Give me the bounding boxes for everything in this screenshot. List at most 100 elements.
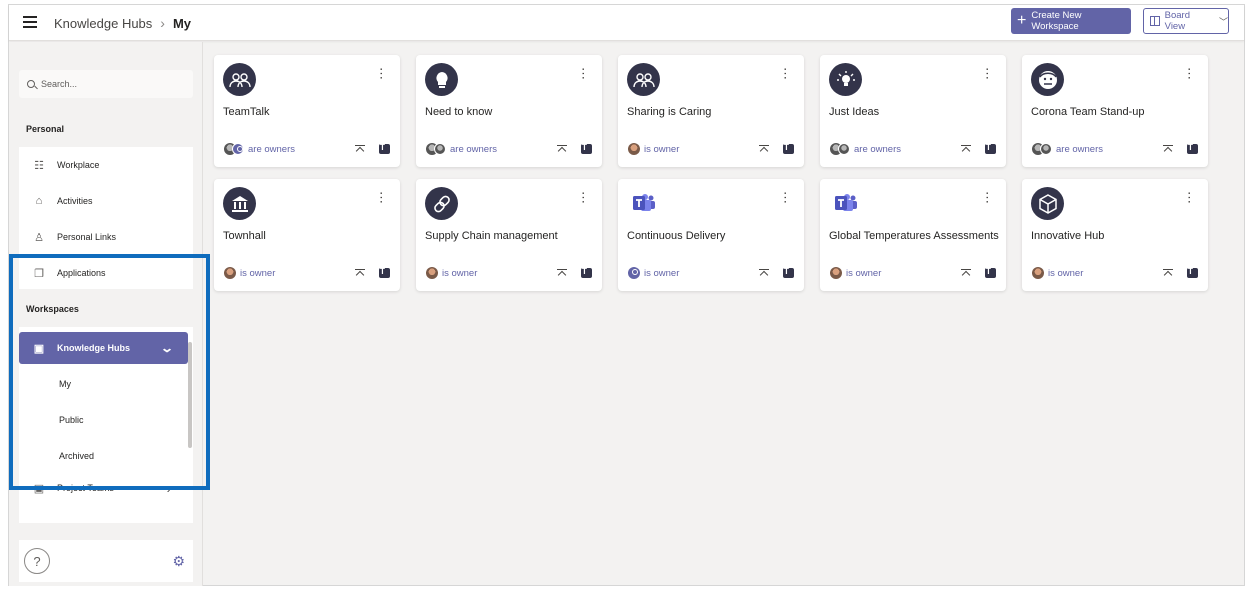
workspace-title[interactable]: Innovative Hub [1031, 229, 1201, 243]
teams-icon[interactable] [379, 143, 390, 154]
sidebar-subitem-archived[interactable]: Archived [59, 451, 94, 461]
gear-icon[interactable]: ⚙ [172, 553, 185, 570]
more-options-icon[interactable]: ⋯ [778, 191, 793, 202]
sidebar-subitem-my[interactable]: My [59, 379, 71, 389]
sidebar-item-label: Activities [57, 196, 93, 206]
owner-info: is owner [628, 267, 679, 279]
sidebar-item-activities[interactable]: ⌂ Activities [19, 183, 193, 219]
workspace-card[interactable]: ⋯ TeamTalk are owners [214, 55, 400, 167]
owner-avatars [628, 267, 640, 279]
more-options-icon[interactable]: ⋯ [576, 191, 591, 202]
sidebar-scrollbar[interactable] [188, 342, 192, 448]
owner-info: is owner [224, 267, 275, 279]
teams-icon[interactable] [1187, 267, 1198, 278]
help-button[interactable]: ? [24, 548, 50, 574]
workspace-title[interactable]: TeamTalk [223, 105, 393, 119]
board-view-icon [1150, 16, 1160, 26]
sidebar-item-workplace[interactable]: ☷ Workplace [19, 147, 193, 183]
owner-info: are owners [830, 143, 901, 155]
sidebar-item-label: Personal Links [57, 232, 117, 242]
teams-icon[interactable] [581, 143, 592, 154]
workspace-card[interactable]: ⋯ Need to know are owners [416, 55, 602, 167]
pin-top-icon[interactable] [759, 268, 769, 278]
cube-icon [1031, 187, 1064, 220]
sidebar-subitem-public[interactable]: Public [59, 415, 84, 425]
sidebar-item-applications[interactable]: ❐ Applications [19, 255, 193, 291]
workspace-title[interactable]: Corona Team Stand-up [1031, 105, 1201, 119]
chevron-right-icon: › [160, 15, 165, 31]
pin-top-icon[interactable] [557, 268, 567, 278]
workspace-title[interactable]: Supply Chain management [425, 229, 595, 243]
owner-avatars [830, 267, 842, 279]
more-options-icon[interactable]: ⋯ [1182, 67, 1197, 78]
teams-icon[interactable] [379, 267, 390, 278]
sidebar-item-label: Workplace [57, 160, 100, 170]
owner-label: are owners [248, 143, 295, 155]
teams-icon[interactable] [1187, 143, 1198, 154]
chevron-down-icon[interactable]: ⌄ [160, 341, 174, 355]
personal-nav: ☷ Workplace ⌂ Activities ♙ Personal Link… [19, 147, 193, 289]
teams-icon[interactable] [783, 267, 794, 278]
more-options-icon[interactable]: ⋯ [576, 67, 591, 78]
chevron-down-icon: ﹀ [1218, 16, 1228, 27]
workspace-card[interactable]: ⋯ Corona Team Stand-up are owners [1022, 55, 1208, 167]
sidebar-footer: ? ⚙ [19, 540, 193, 582]
avatar [426, 267, 438, 279]
pin-top-icon[interactable] [355, 144, 365, 154]
workspace-title[interactable]: Sharing is Caring [627, 105, 797, 119]
copy-icon: ❐ [34, 267, 44, 280]
pin-top-icon[interactable] [961, 268, 971, 278]
pin-top-icon[interactable] [759, 144, 769, 154]
owner-avatars [426, 267, 438, 279]
teams-icon [829, 187, 862, 220]
breadcrumb-root[interactable]: Knowledge Hubs [54, 16, 152, 31]
workspace-card[interactable]: ⋯ Townhall is owner [214, 179, 400, 291]
teams-icon[interactable] [985, 143, 996, 154]
pin-top-icon[interactable] [961, 144, 971, 154]
pin-top-icon[interactable] [1163, 144, 1173, 154]
breadcrumb-current: My [172, 15, 192, 31]
breadcrumb: Knowledge Hubs › My [54, 15, 191, 31]
owner-label: is owner [644, 143, 680, 155]
create-workspace-button[interactable]: + Create New Workspace [1011, 8, 1131, 34]
workspace-title[interactable]: Global Temperatures Assessments [829, 229, 999, 243]
sidebar-item-project-teams[interactable]: ▣ Project Teams › [19, 470, 193, 506]
owner-avatars [224, 143, 244, 155]
teams-icon[interactable] [985, 267, 996, 278]
owner-avatars [628, 143, 640, 155]
more-options-icon[interactable]: ⋯ [778, 67, 793, 78]
group-icon [627, 63, 660, 96]
card-actions [557, 267, 592, 278]
workspace-title[interactable]: Townhall [223, 229, 393, 243]
workspace-card[interactable]: ⋯ Supply Chain management is owner [416, 179, 602, 291]
sidebar-item-knowledge-hubs[interactable]: ▣ Knowledge Hubs ⌄ [19, 332, 188, 364]
sidebar-item-personal-links[interactable]: ♙ Personal Links [19, 219, 193, 255]
more-options-icon[interactable]: ⋯ [980, 191, 995, 202]
card-actions [961, 143, 996, 154]
hamburger-menu-icon[interactable] [23, 16, 37, 28]
workspace-title[interactable]: Just Ideas [829, 105, 999, 119]
owner-avatars [1032, 143, 1052, 155]
workspace-card[interactable]: ⋯ Continuous Delivery is owner [618, 179, 804, 291]
sidebar: Search... Personal ☷ Workplace ⌂ Activit… [9, 42, 203, 586]
workspace-title[interactable]: Continuous Delivery [627, 229, 797, 243]
workspace-card[interactable]: ⋯ Innovative Hub is owner [1022, 179, 1208, 291]
workspace-card[interactable]: ⋯ Just Ideas are owners [820, 55, 1006, 167]
board-view-button[interactable]: Board View ﹀ [1143, 8, 1229, 34]
teams-icon[interactable] [783, 143, 794, 154]
more-options-icon[interactable]: ⋯ [1182, 191, 1197, 202]
pin-top-icon[interactable] [557, 144, 567, 154]
workspace-card[interactable]: ⋯ Sharing is Caring is owner [618, 55, 804, 167]
top-bar: Knowledge Hubs › My + Create New Workspa… [9, 5, 1244, 41]
more-options-icon[interactable]: ⋯ [374, 67, 389, 78]
pin-top-icon[interactable] [355, 268, 365, 278]
workspaces-nav: ▣ Knowledge Hubs ⌄ My Public Archived ▣ … [19, 327, 193, 523]
workspace-card[interactable]: ⋯ Global Temperatures Assessments is owner [820, 179, 1006, 291]
more-options-icon[interactable]: ⋯ [980, 67, 995, 78]
pin-top-icon[interactable] [1163, 268, 1173, 278]
workspace-title[interactable]: Need to know [425, 105, 595, 119]
owner-label: are owners [450, 143, 497, 155]
more-options-icon[interactable]: ⋯ [374, 191, 389, 202]
search-input[interactable]: Search... [19, 70, 193, 98]
teams-icon[interactable] [581, 267, 592, 278]
